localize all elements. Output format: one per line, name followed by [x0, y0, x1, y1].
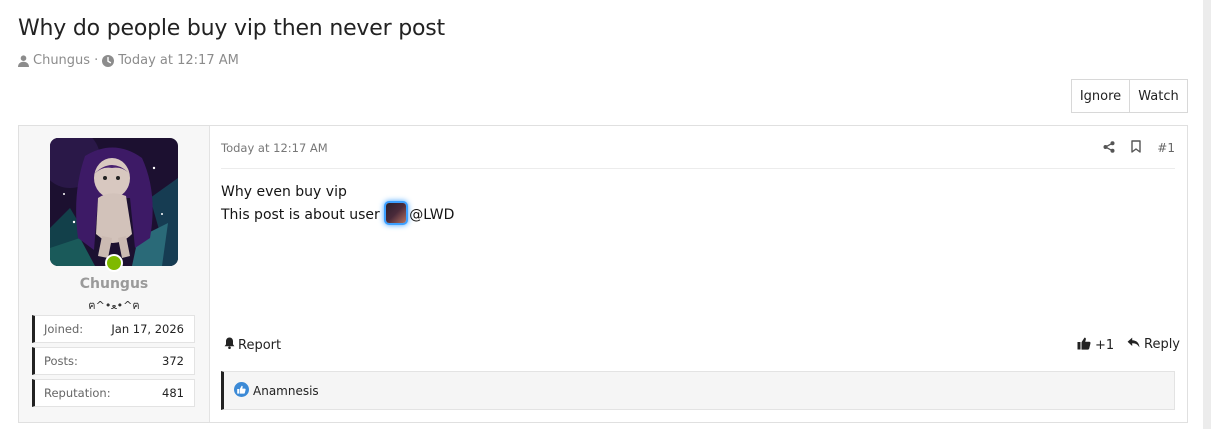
post-message: Chungus ฅ^•ﻌ•^ฅ Joined: Jan 17, 2026 Pos… — [18, 125, 1188, 423]
post-line: This post is about user @LWD — [221, 203, 454, 226]
mention-link[interactable]: @LWD — [409, 207, 454, 223]
header-divider — [221, 168, 1175, 169]
report-label: Report — [238, 337, 282, 353]
post-tools: #1 — [1103, 140, 1175, 156]
stat-label: Posts: — [44, 354, 78, 368]
like-reaction-icon — [234, 381, 249, 400]
user-stat-posts: Posts: 372 — [32, 347, 195, 375]
post-date-link[interactable]: Today at 12:17 AM — [221, 141, 328, 155]
stat-value: 481 — [162, 386, 184, 400]
user-icon — [18, 54, 29, 67]
stat-label: Reputation: — [44, 386, 111, 400]
like-button[interactable]: +1 — [1077, 337, 1114, 354]
stat-label: Joined: — [44, 322, 84, 336]
thread-title: Why do people buy vip then never post — [18, 16, 445, 41]
avatar[interactable] — [50, 138, 178, 266]
user-stat-reputation: Reputation: 481 — [32, 379, 195, 407]
ignore-button[interactable]: Ignore — [1071, 79, 1130, 113]
page-gutter — [1203, 0, 1211, 429]
mention-avatar[interactable] — [386, 203, 407, 223]
thumbs-up-icon — [1077, 337, 1091, 354]
reaction-count: +1 — [1095, 338, 1115, 353]
post-body: Why even buy vip This post is about user… — [221, 182, 454, 226]
meta-separator: · — [94, 53, 99, 68]
post-text: This post is about user — [221, 207, 380, 223]
user-title: ฅ^•ﻌ•^ฅ — [88, 299, 140, 312]
post-username[interactable]: Chungus — [19, 276, 209, 292]
reply-label: Reply — [1144, 337, 1181, 352]
user-stat-joined: Joined: Jan 17, 2026 — [32, 315, 195, 343]
thread-date-link[interactable]: Today at 12:17 AM — [118, 53, 239, 68]
thread-meta: Chungus · Today at 12:17 AM — [18, 53, 239, 68]
online-status-indicator — [105, 254, 123, 272]
reaction-user-link[interactable]: Anamnesis — [253, 384, 319, 398]
stat-value: 372 — [162, 354, 184, 368]
thread-actions: Ignore Watch — [1071, 79, 1188, 113]
bookmark-icon[interactable] — [1131, 140, 1141, 156]
bell-icon — [224, 337, 235, 353]
share-icon[interactable] — [1103, 140, 1115, 156]
clock-icon — [102, 54, 115, 67]
reply-button[interactable]: Reply — [1127, 337, 1180, 352]
user-pane: Chungus ฅ^•ﻌ•^ฅ Joined: Jan 17, 2026 Pos… — [19, 126, 210, 422]
thread-author-link[interactable]: Chungus — [33, 53, 90, 68]
report-link[interactable]: Report — [224, 337, 281, 353]
watch-button[interactable]: Watch — [1130, 79, 1188, 113]
thread-page: Why do people buy vip then never post Ch… — [0, 0, 1203, 429]
stat-value: Jan 17, 2026 — [111, 322, 184, 336]
post-number-link[interactable]: #1 — [1157, 141, 1175, 155]
post-line: Why even buy vip — [221, 184, 347, 200]
reply-icon — [1127, 337, 1140, 352]
reactions-bar[interactable]: Anamnesis — [221, 371, 1175, 410]
